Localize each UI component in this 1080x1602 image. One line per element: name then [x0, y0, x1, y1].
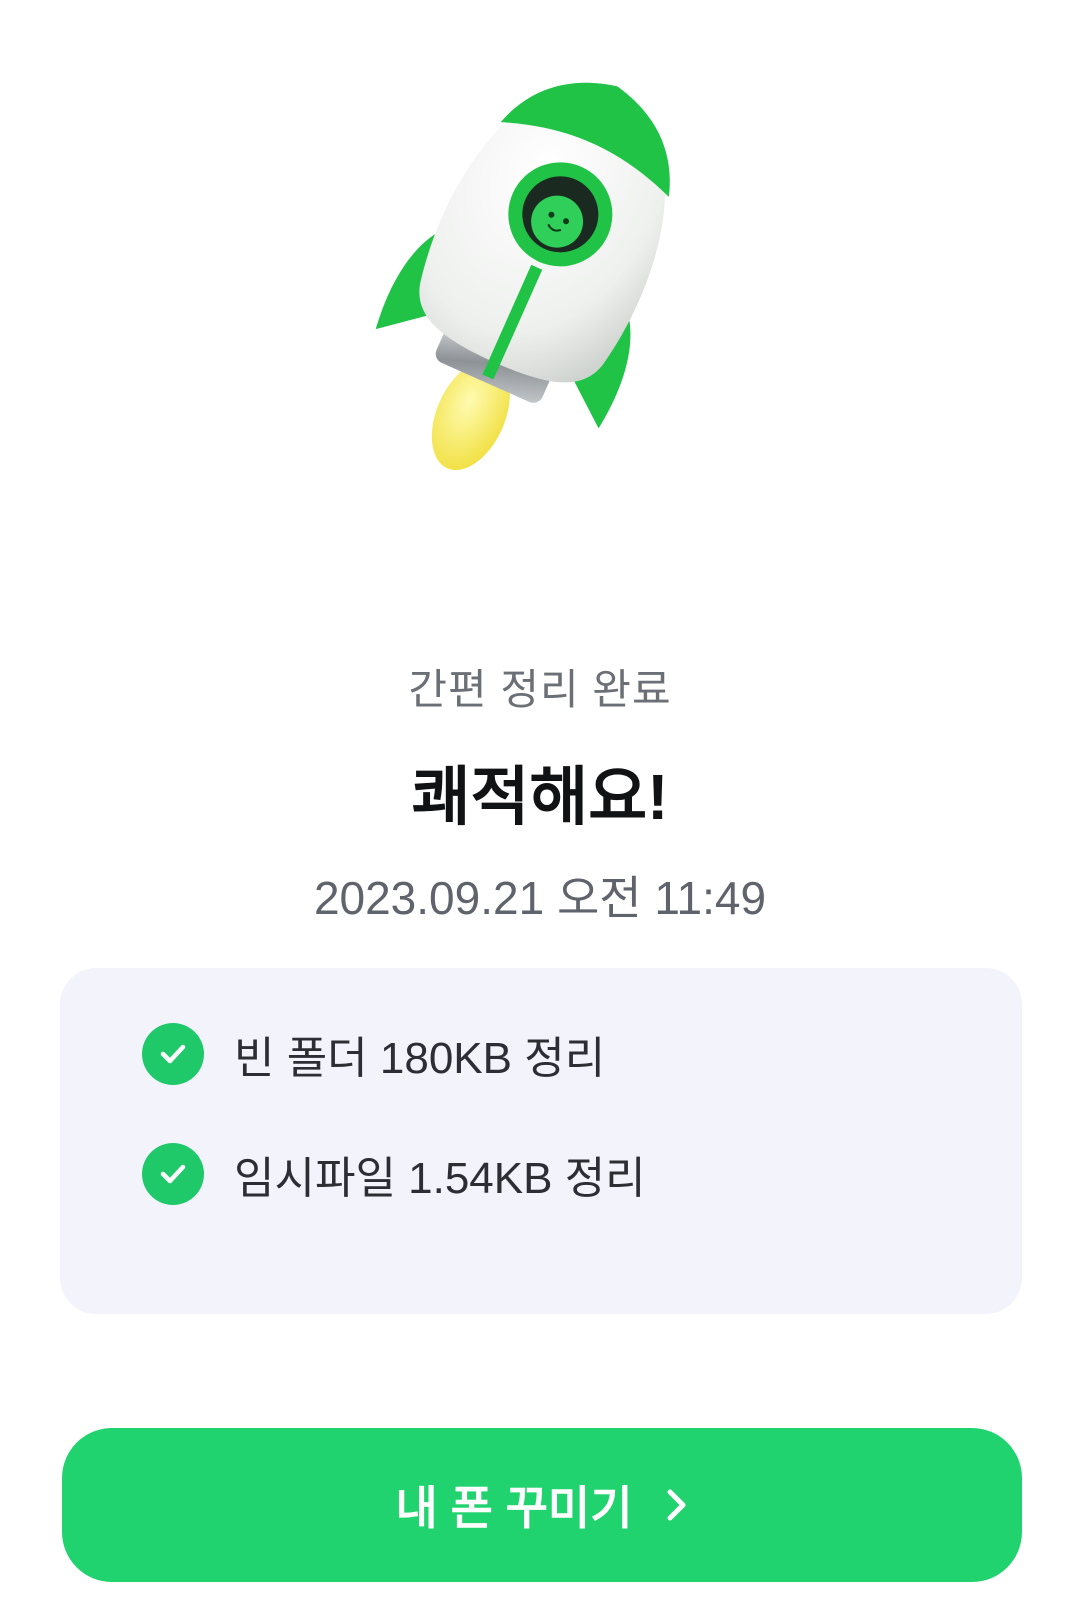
chevron-right-icon [665, 1487, 689, 1523]
check-circle-icon [142, 1143, 204, 1205]
decorate-phone-label: 내 폰 꾸미기 [395, 1482, 633, 1534]
hero-area [0, 0, 1080, 560]
cleanup-timestamp: 2023.09.21 오전 11:49 [313, 872, 767, 924]
cleanup-subtitle: 간편 정리 완료 [408, 666, 672, 713]
list-item: 임시파일 1.54KB 정리 [142, 1142, 646, 1206]
list-item-label: 빈 폴더 180KB 정리 [234, 1034, 606, 1083]
cleanup-result-card: 빈 폴더 180KB 정리 임시파일 1.54KB 정리 [60, 968, 1022, 1314]
decorate-phone-button[interactable]: 내 폰 꾸미기 [62, 1428, 1022, 1582]
rocket-illustration [375, 82, 670, 471]
list-item: 빈 폴더 180KB 정리 [142, 1022, 605, 1086]
check-circle-icon [142, 1023, 204, 1085]
list-item-label: 임시파일 1.54KB 정리 [234, 1154, 646, 1203]
page-title: 쾌적해요! [411, 761, 669, 833]
